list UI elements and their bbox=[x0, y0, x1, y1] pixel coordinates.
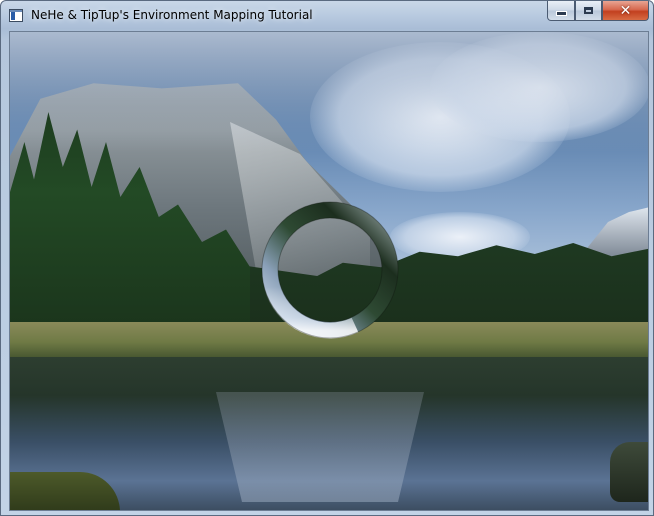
environment-mapped-torus bbox=[261, 201, 399, 339]
maximize-button[interactable] bbox=[575, 1, 602, 21]
close-icon: ✕ bbox=[619, 2, 632, 19]
app-window-icon[interactable] bbox=[9, 9, 23, 22]
close-button[interactable]: ✕ bbox=[602, 1, 649, 21]
title-bar[interactable]: NeHe & TipTup's Environment Mapping Tuto… bbox=[1, 1, 653, 31]
minimize-button[interactable] bbox=[547, 1, 575, 21]
opengl-viewport[interactable] bbox=[9, 31, 649, 511]
maximize-icon bbox=[584, 7, 593, 14]
window-title: NeHe & TipTup's Environment Mapping Tuto… bbox=[31, 8, 313, 22]
minimize-icon bbox=[555, 11, 567, 16]
application-window: NeHe & TipTup's Environment Mapping Tuto… bbox=[0, 0, 654, 516]
